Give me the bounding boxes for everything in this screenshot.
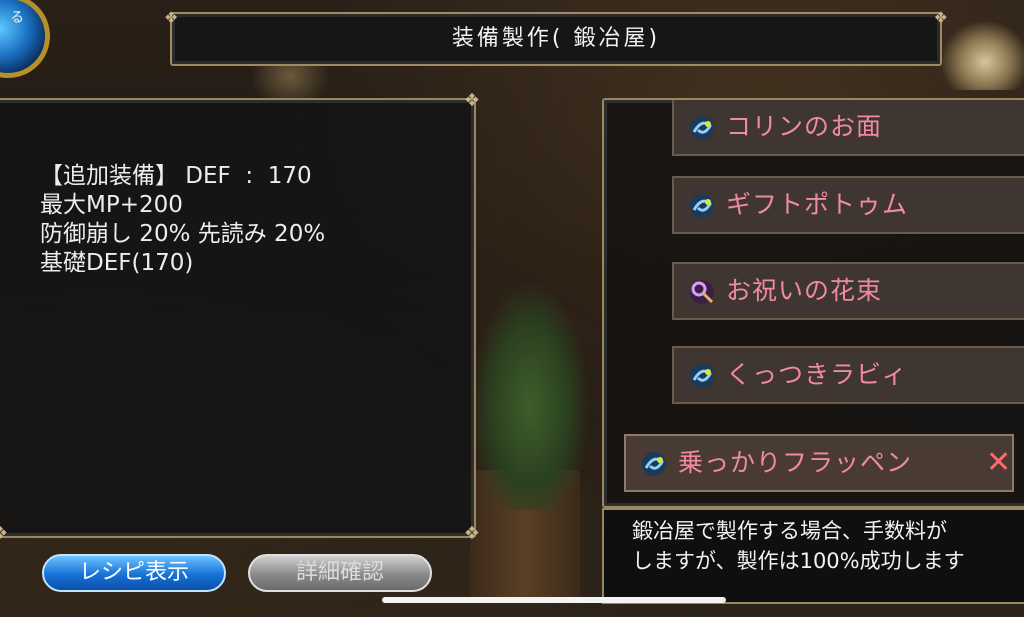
page-title: 装備製作( 鍛冶屋) — [451, 26, 661, 51]
detail-check-button[interactable]: 詳細確認 — [248, 554, 432, 592]
purple-wand-icon — [690, 280, 714, 304]
stat-line: 【追加装備】 DEF : 170 — [40, 163, 312, 189]
show-recipe-button[interactable]: レシピ表示 — [42, 554, 226, 592]
ornament-icon: ❖ — [0, 523, 9, 544]
recipe-item-label: ギフトポトゥム — [726, 190, 909, 219]
description-line: しますが、製作は100%成功します — [632, 549, 965, 573]
blue-swirl-icon — [690, 364, 714, 388]
recipe-item-label: くっつきラビィ — [726, 360, 908, 389]
close-icon[interactable]: ✕ — [986, 436, 1011, 490]
ornament-icon: ❖ — [463, 90, 480, 111]
ornament-icon: ❖ — [463, 523, 480, 544]
stat-line: 防御崩し 20% 先読み 20% — [40, 221, 326, 247]
description-panel: 鍛冶屋で製作する場合、手数料が しますが、製作は100%成功します — [602, 508, 1024, 604]
stat-line: 最大MP+200 — [40, 192, 183, 218]
blue-swirl-icon — [690, 116, 714, 140]
background-lamp — [940, 20, 1024, 90]
blue-swirl-icon — [642, 452, 666, 476]
globe-label: る — [10, 10, 24, 26]
description-line: 鍛冶屋で製作する場合、手数料が — [632, 519, 947, 543]
stats-text: 【追加装備】 DEF : 170 最大MP+200 防御崩し 20% 先読み 20%… — [40, 162, 325, 278]
stat-line: 基礎DEF(170) — [40, 250, 194, 276]
recipe-item[interactable]: コリンのお面 — [672, 100, 1024, 156]
blue-swirl-icon — [690, 194, 714, 218]
recipe-item-label: 乗っかりフラッペン — [678, 448, 913, 477]
recipe-item-label: お祝いの花束 — [726, 276, 883, 305]
ornament-icon: ❖ — [164, 8, 179, 27]
description-text: 鍛冶屋で製作する場合、手数料が しますが、製作は100%成功します — [632, 516, 965, 576]
ornament-icon: ❖ — [933, 8, 948, 27]
title-bar: 装備製作( 鍛冶屋) ❖ ❖ — [164, 8, 948, 66]
recipe-item[interactable]: お祝いの花束 — [672, 262, 1024, 320]
recipe-list-panel[interactable]: コリンのお面 ギフトポトゥム お祝いの花束 くっつきラビィ 乗っかりフラッペン … — [602, 98, 1024, 508]
background-plant — [470, 280, 590, 510]
recipe-item[interactable]: くっつきラビィ — [672, 346, 1024, 404]
recipe-item-selected[interactable]: 乗っかりフラッペン ✕ — [624, 434, 1014, 492]
home-indicator[interactable] — [382, 597, 726, 603]
recipe-item-label: コリンのお面 — [726, 112, 883, 141]
recipe-item[interactable]: ギフトポトゥム — [672, 176, 1024, 234]
